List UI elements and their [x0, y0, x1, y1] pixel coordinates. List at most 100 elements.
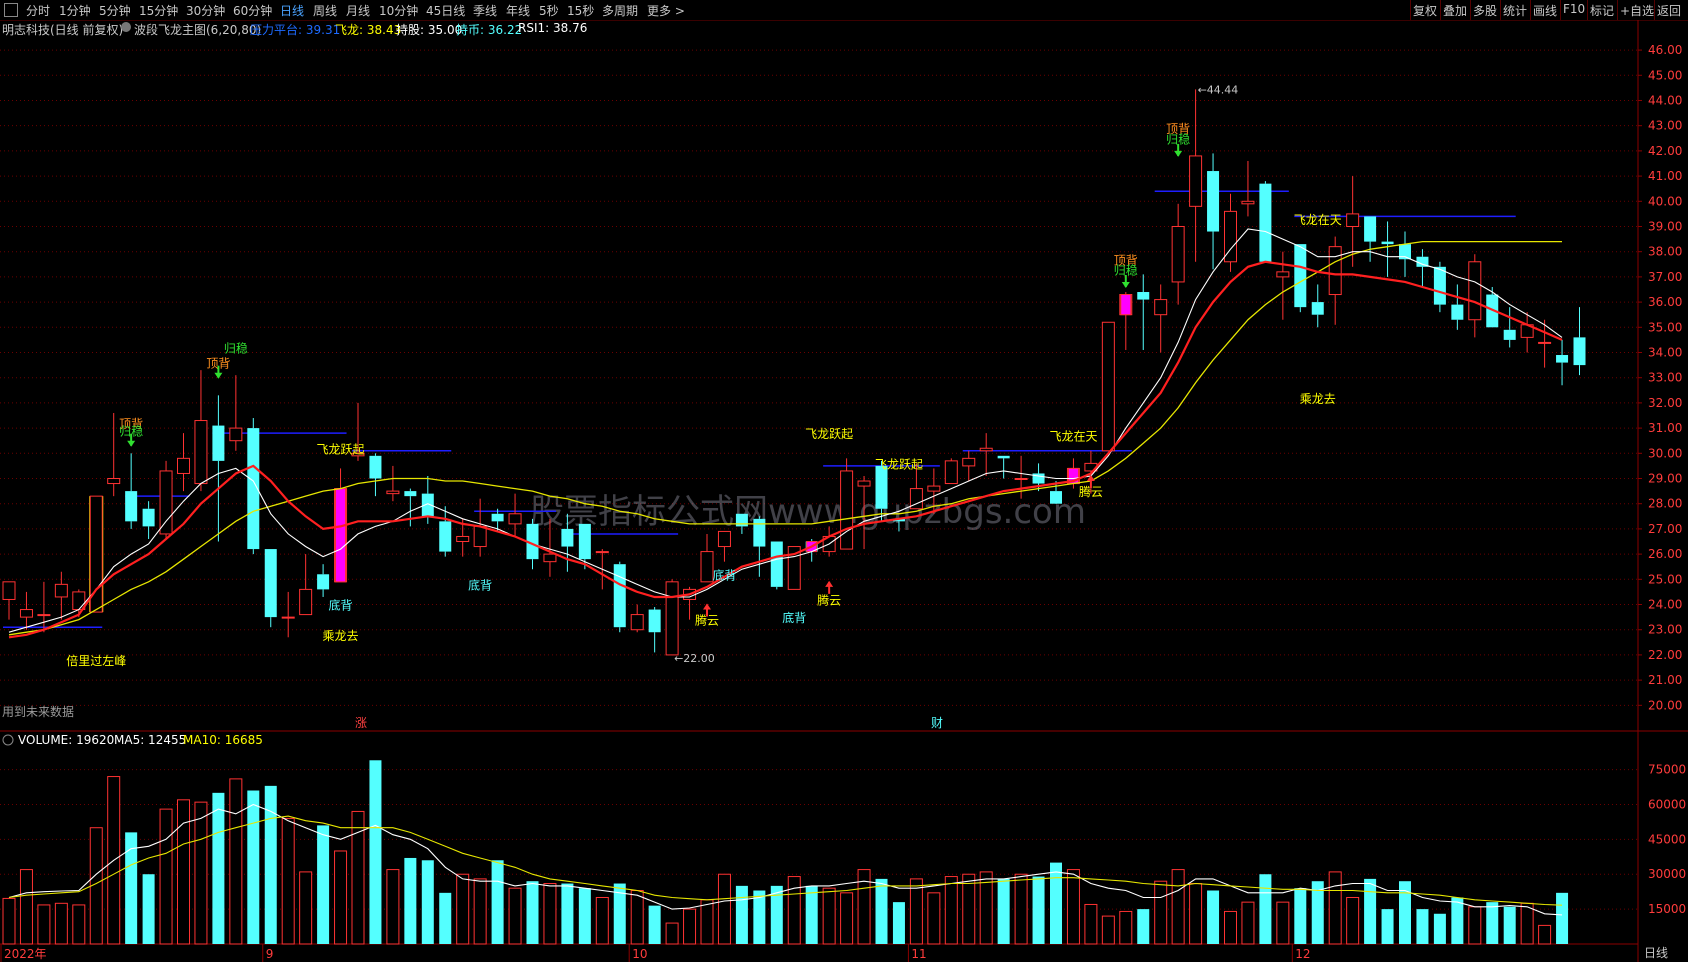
volume-bar	[317, 825, 330, 944]
candle-body	[578, 523, 591, 560]
volume-bar	[927, 892, 941, 945]
volume-bar	[369, 760, 382, 944]
signal-label: 腾云	[817, 593, 841, 608]
volume-bar	[1189, 883, 1203, 945]
volume-bar	[1451, 897, 1464, 944]
volume-bar	[1066, 869, 1080, 945]
candle-body	[944, 460, 958, 485]
candle-body	[54, 583, 68, 598]
volume-bar	[578, 888, 591, 944]
volume-bar	[247, 790, 260, 944]
event-marker-zhang: 涨	[355, 715, 367, 730]
volume-bar	[683, 908, 697, 945]
candle-body	[1346, 213, 1360, 227]
time-axis-label: 10	[632, 947, 647, 961]
volume-bar	[1520, 902, 1534, 945]
volume-bar	[1050, 862, 1062, 944]
time-axis-label: 9	[266, 947, 274, 961]
candle-body	[1328, 246, 1342, 296]
candle-body	[595, 551, 609, 554]
volume-bar	[404, 857, 417, 944]
volume-bar	[1241, 901, 1255, 945]
signal-label: 归稳	[1114, 262, 1138, 277]
signal-label: 倍里过左峰	[66, 653, 126, 668]
price-tick-label: 22.00	[1648, 648, 1682, 662]
volume-bar	[72, 904, 86, 945]
signal-label: 底背	[468, 577, 492, 592]
price-tick-label: 29.00	[1648, 472, 1682, 486]
candle-body	[700, 551, 714, 583]
volume-bar	[944, 876, 958, 945]
candle-body	[125, 491, 138, 522]
volume-bar	[1364, 878, 1377, 944]
time-axis-label: 11	[911, 947, 926, 961]
candle-body	[1311, 302, 1324, 315]
price-tick-label: 30.00	[1648, 446, 1682, 460]
time-axis-label: 2022年	[4, 947, 47, 961]
volume-bar	[665, 922, 679, 945]
volume-bar	[1137, 909, 1150, 944]
volume-bar	[1486, 902, 1499, 944]
volume-bar	[1032, 876, 1045, 944]
price-tick-label: 45.00	[1648, 68, 1682, 82]
volume-bar	[299, 871, 313, 945]
volume-ma10-label: MA10: 16685	[183, 733, 263, 747]
volume-bar	[2, 897, 16, 945]
price-tick-label: 44.00	[1648, 93, 1682, 107]
stock-chart[interactable]: 46.00 45.00 44.00 43.00 42.00 41.00 40.00 39.00…	[0, 0, 1688, 962]
candle-body	[404, 491, 417, 497]
candle-body	[1381, 241, 1394, 245]
volume-bar	[543, 883, 557, 945]
volume-bar	[1433, 913, 1446, 944]
volume-bar	[159, 808, 173, 945]
volume-bar	[334, 850, 348, 945]
price-tick-label: 37.00	[1648, 270, 1682, 284]
volume-bar	[1503, 906, 1516, 944]
candle-body	[1137, 292, 1150, 300]
volume-bar	[892, 902, 905, 944]
candle-body	[212, 425, 225, 461]
candle-body	[648, 609, 661, 633]
candle-body	[840, 470, 854, 550]
volume-bar	[1381, 909, 1394, 944]
candle-body	[962, 457, 976, 467]
volume-bar	[281, 817, 295, 945]
volume-bar	[439, 892, 452, 944]
volume-bar	[1224, 910, 1237, 945]
volume-bar	[1014, 873, 1028, 945]
signal-label: 腾云	[1079, 484, 1103, 499]
price-tick-label: 39.00	[1648, 219, 1682, 233]
signal-label: 归稳	[119, 424, 143, 439]
candle-body	[491, 513, 504, 522]
candle-body	[997, 455, 1010, 459]
candle-body	[508, 513, 522, 525]
price-tick-label: 21.00	[1648, 673, 1682, 687]
price-tick-label: 20.00	[1648, 698, 1682, 712]
candle-body	[369, 455, 382, 479]
candle-body	[875, 465, 888, 509]
candle-body	[1538, 341, 1552, 344]
volume-bar	[351, 810, 365, 945]
volume-bar	[1171, 869, 1185, 945]
volume-bar	[1538, 924, 1552, 945]
volume-bar	[997, 878, 1010, 944]
volume-bar	[840, 892, 854, 945]
candle-body	[159, 470, 173, 535]
price-tick-label: 43.00	[1648, 119, 1682, 133]
volume-tick-label: 45000	[1648, 832, 1686, 846]
volume-label: VOLUME: 19620	[18, 733, 114, 747]
candle-body	[979, 447, 993, 452]
price-tick-label: 35.00	[1648, 320, 1682, 334]
candle-body	[2, 581, 16, 600]
volume-bar	[1294, 888, 1307, 944]
candle-body	[1171, 225, 1185, 283]
high-price-mark: ←44.44	[1198, 83, 1239, 96]
candle-body	[630, 614, 644, 631]
signal-label: 飞龙跃起	[317, 442, 365, 456]
watermark: 股票指标公式网www.gupzbgs.com	[530, 492, 1086, 532]
signal-label: 顶背	[206, 357, 230, 371]
candle-body	[1364, 216, 1377, 242]
candle-body	[386, 490, 400, 495]
price-tick-label: 27.00	[1648, 522, 1682, 536]
signal-arrow-down-head	[1174, 150, 1183, 157]
